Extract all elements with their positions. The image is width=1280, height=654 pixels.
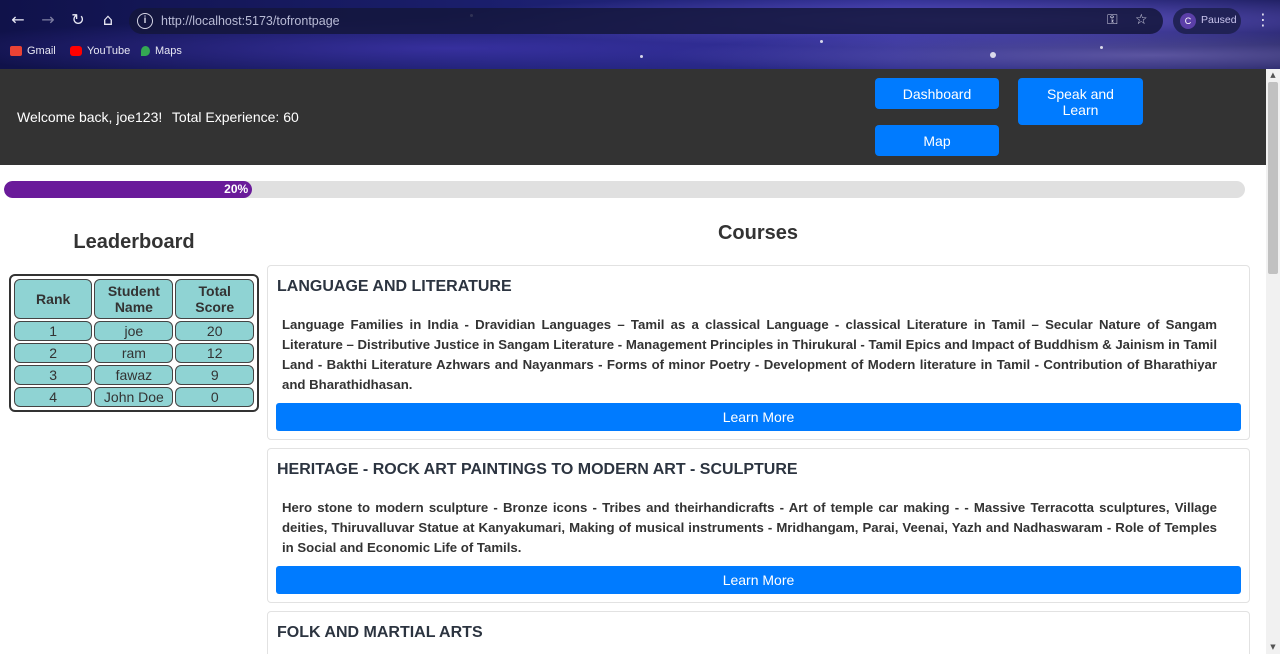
- total-experience: Total Experience: 60: [171, 109, 299, 125]
- home-icon[interactable]: ⌂: [98, 10, 118, 30]
- dashboard-button[interactable]: Dashboard: [875, 78, 999, 109]
- learn-more-button[interactable]: Learn More: [276, 566, 1241, 594]
- table-header-row: Rank Student Name Total Score: [14, 279, 254, 319]
- courses-title: Courses: [717, 222, 799, 244]
- progress-bar: 20%: [4, 181, 1245, 198]
- course-title: FOLK AND MARTIAL ARTS: [277, 624, 483, 641]
- bookmark-gmail[interactable]: Gmail: [10, 45, 56, 57]
- column-header-total-score: Total Score: [175, 279, 254, 319]
- course-card-language-literature: LANGUAGE AND LITERATURE Language Familie…: [267, 265, 1250, 440]
- bookmark-label: Gmail: [27, 45, 56, 57]
- address-bar[interactable]: i http://localhost:5173/tofrontpage ⚿ ☆: [129, 8, 1163, 34]
- scroll-down-icon[interactable]: ▼: [1268, 643, 1278, 651]
- course-description: Language Families in India - Dravidian L…: [282, 317, 1217, 392]
- forward-icon[interactable]: →: [38, 10, 58, 30]
- total-score-cell: 9: [175, 365, 254, 385]
- leaderboard-title: Leaderboard: [73, 231, 195, 253]
- decor-star: [820, 40, 823, 43]
- total-score-cell: 20: [175, 321, 254, 341]
- menu-kebab-icon[interactable]: ⋮: [1255, 10, 1271, 29]
- rank-cell: 3: [14, 365, 93, 385]
- learn-more-button[interactable]: Learn More: [276, 403, 1241, 431]
- student-name-cell: fawaz: [94, 365, 174, 385]
- bookmark-star-icon[interactable]: ☆: [1135, 12, 1148, 28]
- address-url[interactable]: http://localhost:5173/tofrontpage: [161, 14, 340, 28]
- rank-cell: 4: [14, 387, 93, 407]
- student-name-cell: joe: [94, 321, 174, 341]
- bookmark-label: Maps: [155, 45, 182, 57]
- welcome-text: Welcome back, joe123! Total Experience: …: [17, 109, 305, 125]
- total-score-cell: 0: [175, 387, 254, 407]
- rank-cell: 1: [14, 321, 93, 341]
- profile-status: Paused: [1201, 14, 1237, 26]
- table-row: 1 joe 20: [14, 321, 254, 341]
- speak-and-learn-button[interactable]: Speak and Learn: [1018, 78, 1143, 125]
- key-icon[interactable]: ⚿: [1107, 12, 1118, 28]
- map-button[interactable]: Map: [875, 125, 999, 156]
- column-header-rank: Rank: [14, 279, 93, 319]
- course-card-folk-martial-arts: FOLK AND MARTIAL ARTS: [267, 611, 1250, 654]
- table-row: 3 fawaz 9: [14, 365, 254, 385]
- bookmark-label: YouTube: [87, 45, 131, 57]
- browser-chrome: ← → ↻ ⌂ i http://localhost:5173/tofrontp…: [0, 0, 1280, 69]
- gmail-icon: [10, 46, 22, 56]
- course-title: LANGUAGE AND LITERATURE: [277, 278, 512, 295]
- youtube-icon: [70, 46, 82, 56]
- decor-star: [640, 55, 643, 58]
- table-row: 4 John Doe 0: [14, 387, 254, 407]
- leaderboard-table: Rank Student Name Total Score 1 joe 20 2…: [9, 274, 259, 412]
- decor-star: [990, 52, 996, 58]
- decor-star: [1100, 46, 1103, 49]
- maps-icon: [141, 46, 150, 56]
- table-row: 2 ram 12: [14, 343, 254, 363]
- bookmark-maps[interactable]: Maps: [141, 45, 182, 57]
- rank-cell: 2: [14, 343, 93, 363]
- scroll-up-icon[interactable]: ▲: [1268, 71, 1278, 79]
- scrollbar-thumb[interactable]: [1268, 82, 1278, 274]
- course-description: Hero stone to modern sculpture - Bronze …: [282, 500, 1217, 555]
- student-name-cell: John Doe: [94, 387, 174, 407]
- app-header: Welcome back, joe123! Total Experience: …: [0, 69, 1266, 165]
- progress-fill: 20%: [4, 181, 253, 198]
- site-info-icon[interactable]: i: [137, 13, 153, 29]
- course-title: HERITAGE - ROCK ART PAINTINGS TO MODERN …: [277, 461, 798, 478]
- student-name-cell: ram: [94, 343, 174, 363]
- welcome-message: Welcome back, joe123!: [17, 109, 163, 125]
- column-header-student-name: Student Name: [94, 279, 174, 319]
- back-icon[interactable]: ←: [8, 10, 28, 30]
- avatar: C: [1180, 13, 1196, 29]
- profile-button[interactable]: C Paused: [1173, 8, 1241, 34]
- bookmark-youtube[interactable]: YouTube: [70, 45, 130, 57]
- reload-icon[interactable]: ↻: [68, 10, 88, 30]
- course-card-heritage: HERITAGE - ROCK ART PAINTINGS TO MODERN …: [267, 448, 1250, 603]
- total-score-cell: 12: [175, 343, 254, 363]
